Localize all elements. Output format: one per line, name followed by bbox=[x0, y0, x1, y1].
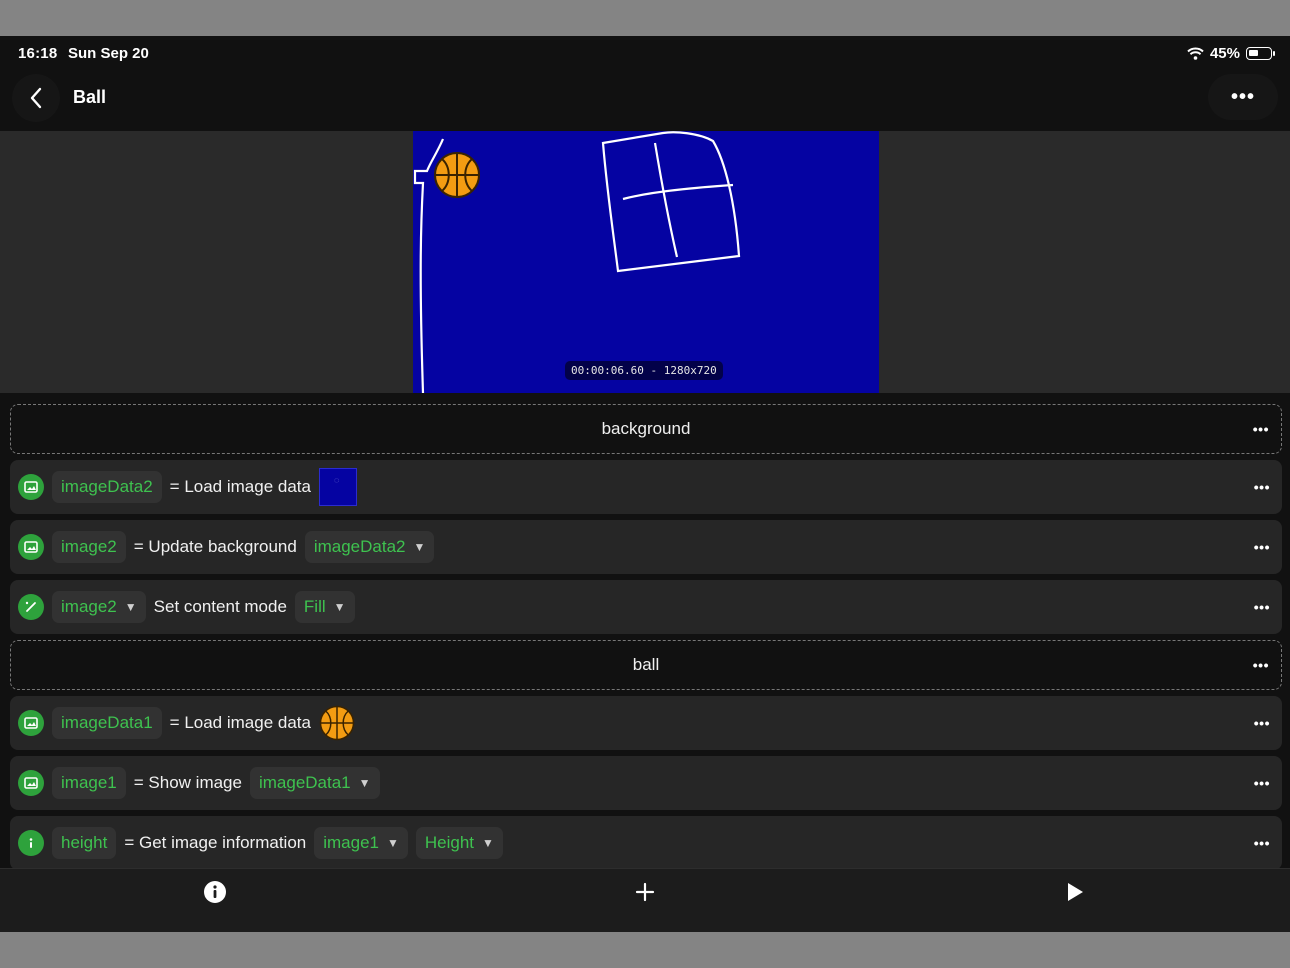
image-thumbnail[interactable]: ◌ bbox=[318, 468, 357, 506]
group-header-background[interactable]: background ••• bbox=[10, 404, 1282, 454]
block-row-set-content-mode[interactable]: image2 ▼ Set content mode Fill ▼ ••• bbox=[10, 580, 1282, 634]
operation-label: = Load image data bbox=[169, 713, 311, 732]
argument-value: image1 bbox=[323, 833, 379, 852]
argument-value: Fill bbox=[303, 597, 326, 616]
variable-dropdown[interactable]: image2 ▼ bbox=[52, 591, 146, 623]
status-date: Sun Sep 20 bbox=[68, 45, 149, 62]
preview-area: 00:00:06.60 - 1280x720 bbox=[0, 131, 1290, 393]
variable-token[interactable]: image1 bbox=[52, 767, 126, 799]
play-button[interactable] bbox=[1060, 877, 1090, 907]
argument-dropdown[interactable]: imageData1 ▼ bbox=[249, 767, 380, 799]
image-icon bbox=[18, 710, 44, 736]
group-label: background bbox=[601, 419, 691, 438]
argument-value: imageData2 bbox=[313, 537, 406, 556]
operation-label: = Update background bbox=[133, 537, 297, 556]
more-icon[interactable]: ••• bbox=[1253, 657, 1269, 673]
more-icon[interactable]: ••• bbox=[1254, 479, 1270, 495]
variable-token[interactable]: imageData1 bbox=[52, 707, 162, 739]
operation-label: = Show image bbox=[133, 773, 242, 792]
timecode-label: 00:00:06.60 - 1280x720 bbox=[565, 361, 723, 380]
argument-dropdown[interactable]: image1 ▼ bbox=[314, 827, 408, 859]
more-options-button[interactable]: ••• bbox=[1208, 74, 1278, 120]
back-button[interactable] bbox=[12, 74, 60, 122]
info-icon bbox=[204, 881, 226, 903]
block-row-load-image-data-1[interactable]: imageData1 = Load image data ••• bbox=[10, 696, 1282, 750]
more-icon[interactable]: ••• bbox=[1254, 539, 1270, 555]
group-label: ball bbox=[632, 655, 660, 674]
operation-label: Set content mode bbox=[153, 597, 287, 616]
more-icon[interactable]: ••• bbox=[1254, 835, 1270, 851]
operation-label: = Load image data bbox=[169, 477, 311, 496]
block-row-get-image-information[interactable]: height = Get image information image1 ▼ H… bbox=[10, 816, 1282, 870]
dropdown-arrow-icon: ▼ bbox=[482, 836, 494, 850]
block-row-load-image-data-2[interactable]: imageData2 = Load image data ◌ ••• bbox=[10, 460, 1282, 514]
property-dropdown[interactable]: Height ▼ bbox=[415, 827, 503, 859]
dropdown-arrow-icon: ▼ bbox=[333, 600, 346, 614]
operation-label: = Get image information bbox=[124, 833, 307, 852]
wand-icon bbox=[18, 594, 44, 620]
preview-stage[interactable]: 00:00:06.60 - 1280x720 bbox=[413, 131, 879, 393]
plus-icon bbox=[635, 882, 655, 902]
basketball-thumbnail-icon[interactable] bbox=[319, 705, 355, 741]
argument-dropdown[interactable]: imageData2 ▼ bbox=[304, 531, 435, 563]
status-right: 45% bbox=[1187, 45, 1275, 62]
block-row-show-image[interactable]: image1 = Show image imageData1 ▼ ••• bbox=[10, 756, 1282, 810]
group-header-ball[interactable]: ball ••• bbox=[10, 640, 1282, 690]
battery-icon bbox=[1246, 47, 1275, 60]
chevron-left-icon bbox=[30, 87, 42, 109]
dropdown-arrow-icon: ▼ bbox=[413, 540, 426, 554]
app-screen: 16:18 Sun Sep 20 45% Ball ••• 00:00:06.6… bbox=[0, 36, 1290, 932]
battery-fill bbox=[1249, 50, 1258, 56]
wifi-icon bbox=[1187, 47, 1204, 60]
info-button[interactable] bbox=[200, 877, 230, 907]
image-icon bbox=[18, 474, 44, 500]
more-icon[interactable]: ••• bbox=[1254, 599, 1270, 615]
dropdown-arrow-icon: ▼ bbox=[387, 836, 399, 850]
image-icon bbox=[18, 534, 44, 560]
property-value: Height bbox=[424, 833, 475, 852]
status-time: 16:18 bbox=[18, 45, 58, 62]
play-icon bbox=[1068, 883, 1083, 901]
more-icon[interactable]: ••• bbox=[1254, 715, 1270, 731]
variable-token[interactable]: imageData2 bbox=[52, 471, 162, 503]
page-title: Ball bbox=[73, 87, 107, 107]
more-icon[interactable]: ••• bbox=[1253, 421, 1269, 437]
block-row-update-background[interactable]: image2 = Update background imageData2 ▼ •… bbox=[10, 520, 1282, 574]
drawing-canvas bbox=[413, 131, 741, 393]
variable-token[interactable]: height bbox=[52, 827, 117, 859]
image-icon bbox=[18, 770, 44, 796]
argument-dropdown[interactable]: Fill ▼ bbox=[294, 591, 355, 623]
argument-value: imageData1 bbox=[258, 773, 351, 792]
variable-token[interactable]: image2 bbox=[52, 531, 126, 563]
variable-value: image2 bbox=[61, 597, 117, 616]
basketball-icon bbox=[434, 152, 480, 198]
dropdown-arrow-icon: ▼ bbox=[124, 600, 137, 614]
add-block-button[interactable] bbox=[630, 877, 660, 907]
bottom-toolbar bbox=[0, 868, 1290, 932]
status-bar: 16:18 Sun Sep 20 45% bbox=[0, 36, 1290, 72]
more-icon[interactable]: ••• bbox=[1254, 775, 1270, 791]
nav-bar: Ball ••• bbox=[0, 72, 1290, 130]
info-icon bbox=[18, 830, 44, 856]
dropdown-arrow-icon: ▼ bbox=[358, 776, 371, 790]
battery-percent: 45% bbox=[1209, 45, 1240, 62]
